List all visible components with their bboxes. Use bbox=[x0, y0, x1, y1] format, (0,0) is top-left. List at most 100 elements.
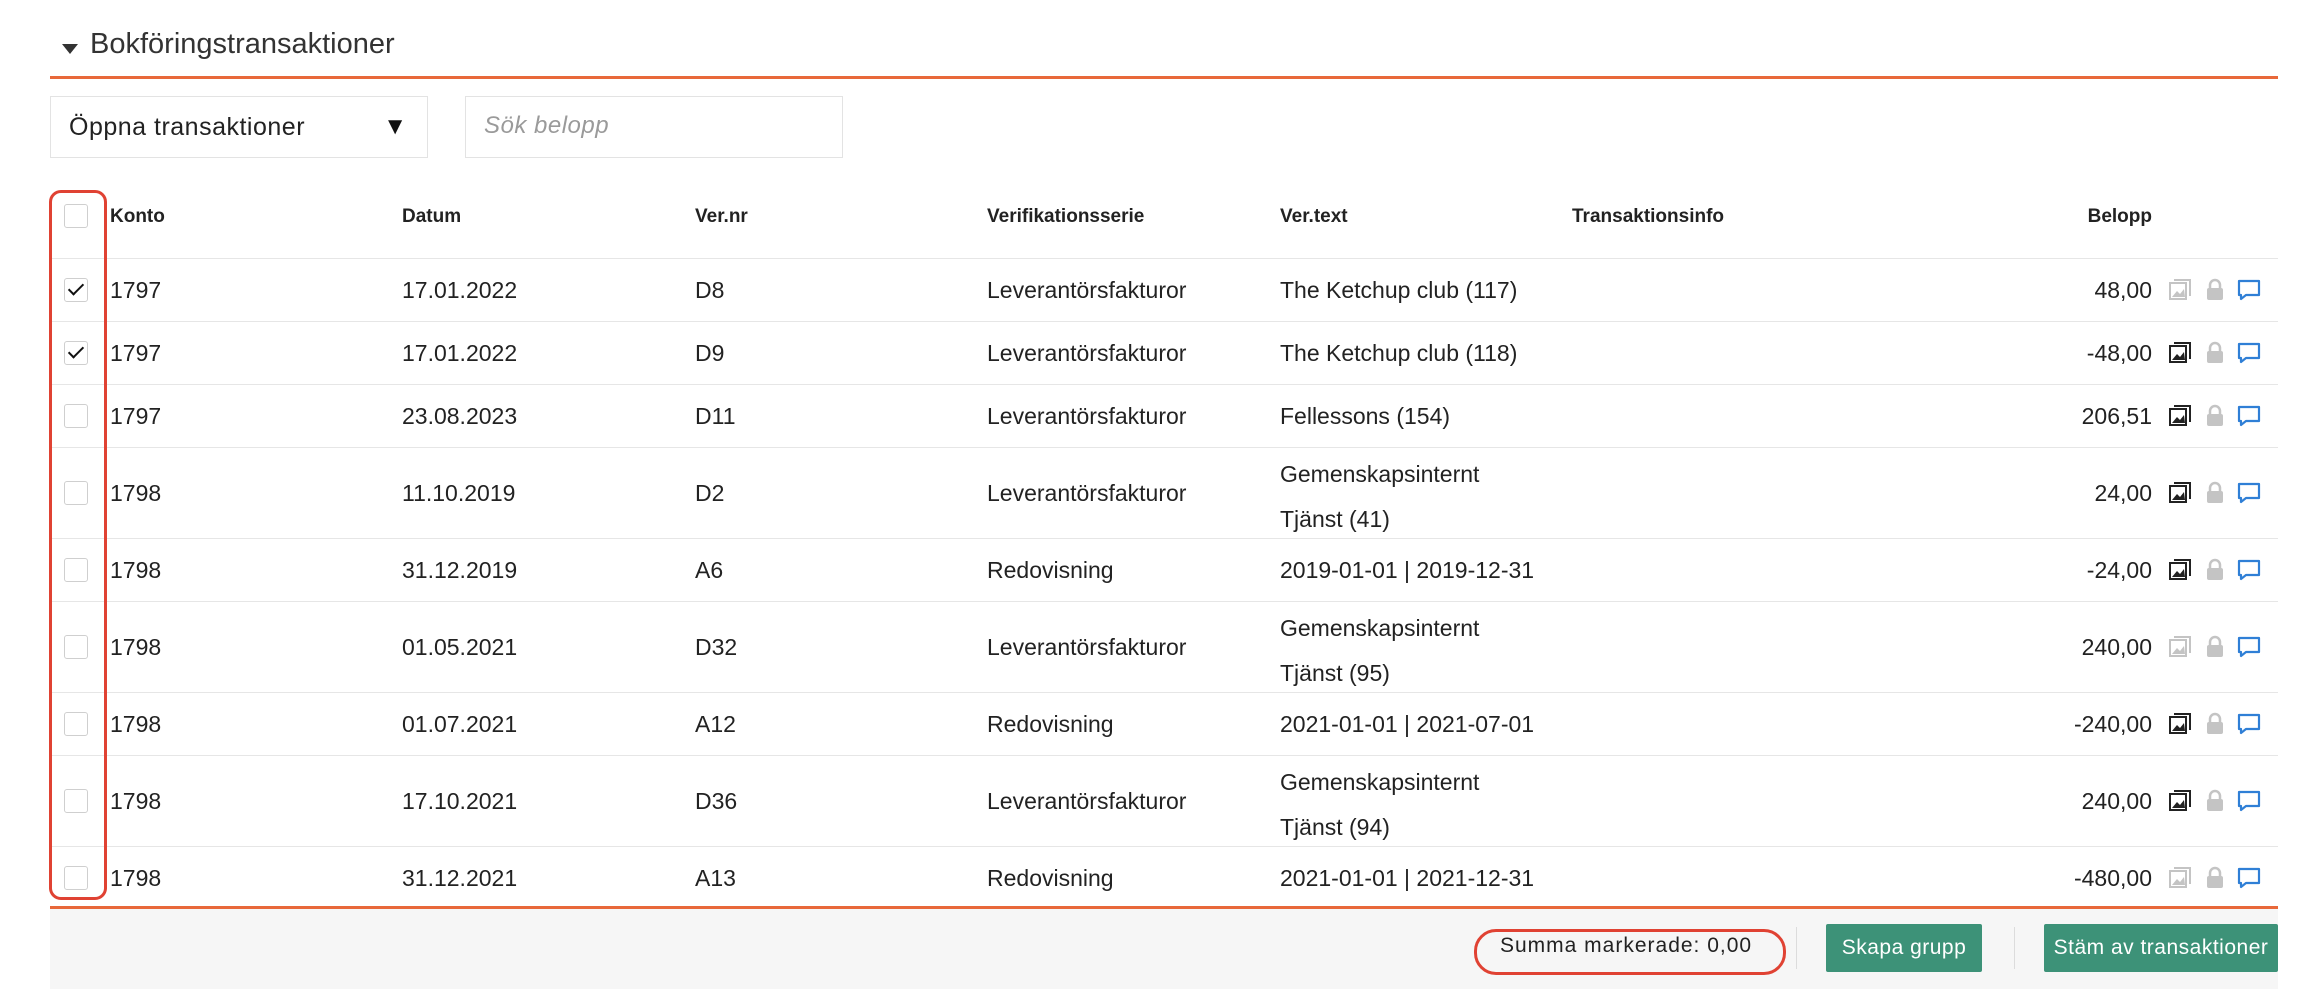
search-amount-box[interactable] bbox=[465, 96, 843, 158]
table-row[interactable]: 1798 31.12.2019 A6 Redovisning 2019-01-01 | … bbox=[50, 539, 2278, 602]
ver-nr-cell: D2 bbox=[695, 480, 725, 506]
column-header-serie[interactable]: Verifikationsserie bbox=[987, 206, 1144, 228]
verifikationsserie-cell: Leverantörsfakturor bbox=[987, 340, 1187, 366]
belopp-cell: -240,00 bbox=[2073, 711, 2152, 737]
comment-icon[interactable] bbox=[2236, 277, 2262, 303]
table-row[interactable]: 1798 01.07.2021 A12 Redovisning 2021-01-01 |… bbox=[50, 693, 2278, 756]
konto-cell: 1797 bbox=[110, 340, 162, 366]
ver-nr-cell: D32 bbox=[695, 634, 738, 660]
lock-icon[interactable] bbox=[2202, 634, 2228, 660]
row-action-icons bbox=[2168, 480, 2278, 506]
lock-icon[interactable] bbox=[2202, 340, 2228, 366]
section-title: Bokföringstransaktioner bbox=[90, 28, 395, 60]
ver-text-cell: Gemenskapsinternt Tjänst (95) bbox=[1280, 615, 1480, 686]
table-row[interactable]: 1797 23.08.2023 D11 Leverantörsfakturor Fell… bbox=[50, 385, 2278, 448]
ver-nr-cell: D9 bbox=[695, 340, 725, 366]
konto-cell: 1798 bbox=[110, 865, 162, 891]
search-amount-input[interactable] bbox=[466, 97, 824, 155]
comment-icon[interactable] bbox=[2236, 865, 2262, 891]
table-header: Konto Datum Ver.nr Verifikationsserie Ve… bbox=[50, 190, 2278, 259]
table-row[interactable]: 1798 01.05.2021 D32 Leverantörsfakturor Geme… bbox=[50, 602, 2278, 693]
row-action-icons bbox=[2168, 788, 2278, 814]
column-header-vernr[interactable]: Ver.nr bbox=[695, 206, 748, 228]
transaction-filter-select[interactable]: Öppna transaktioner ▼ bbox=[50, 96, 428, 158]
comment-icon[interactable] bbox=[2236, 634, 2262, 660]
transactions-table: Konto Datum Ver.nr Verifikationsserie Ve… bbox=[50, 190, 2278, 910]
ver-text-cell: 2021-01-01 | 2021-07-01 bbox=[1280, 711, 1535, 737]
belopp-cell: 240,00 bbox=[2081, 634, 2152, 660]
verifikationsserie-cell: Leverantörsfakturor bbox=[987, 480, 1187, 506]
collapse-caret-icon[interactable] bbox=[62, 44, 78, 54]
belopp-cell: -480,00 bbox=[2073, 865, 2152, 891]
comment-icon[interactable] bbox=[2236, 788, 2262, 814]
comment-icon[interactable] bbox=[2236, 480, 2262, 506]
ver-text-cell: 2021-01-01 | 2021-12-31 bbox=[1280, 865, 1535, 891]
comment-icon[interactable] bbox=[2236, 340, 2262, 366]
image-attachment-icon[interactable] bbox=[2168, 865, 2194, 891]
lock-icon[interactable] bbox=[2202, 865, 2228, 891]
ver-nr-cell: D11 bbox=[695, 403, 736, 429]
konto-cell: 1798 bbox=[110, 480, 162, 506]
verifikationsserie-cell: Leverantörsfakturor bbox=[987, 277, 1187, 303]
checkbox-column-highlight bbox=[49, 190, 107, 900]
table-row[interactable]: 1797 17.01.2022 D8 Leverantörsfakturor The K… bbox=[50, 259, 2278, 322]
image-attachment-icon[interactable] bbox=[2168, 557, 2194, 583]
image-attachment-icon[interactable] bbox=[2168, 711, 2194, 737]
belopp-cell: 24,00 bbox=[2094, 480, 2152, 506]
ver-text-cell: Gemenskapsinternt Tjänst (94) bbox=[1280, 769, 1480, 840]
lock-icon[interactable] bbox=[2202, 277, 2228, 303]
image-attachment-icon[interactable] bbox=[2168, 340, 2194, 366]
ver-nr-cell: A13 bbox=[695, 865, 736, 891]
row-action-icons bbox=[2168, 865, 2278, 891]
lock-icon[interactable] bbox=[2202, 480, 2228, 506]
belopp-cell: -48,00 bbox=[2086, 340, 2152, 366]
comment-icon[interactable] bbox=[2236, 711, 2262, 737]
lock-icon[interactable] bbox=[2202, 711, 2228, 737]
konto-cell: 1798 bbox=[110, 557, 162, 583]
comment-icon[interactable] bbox=[2236, 557, 2262, 583]
create-group-button[interactable]: Skapa grupp bbox=[1826, 924, 1982, 972]
verifikationsserie-cell: Redovisning bbox=[987, 557, 1114, 583]
belopp-cell: 206,51 bbox=[2081, 403, 2152, 429]
image-attachment-icon[interactable] bbox=[2168, 788, 2194, 814]
ver-text-cell: Fellessons (154) bbox=[1280, 403, 1451, 429]
column-header-belopp[interactable]: Belopp bbox=[2088, 206, 2152, 228]
filter-selected-value: Öppna transaktioner bbox=[69, 113, 306, 141]
datum-cell: 17.01.2022 bbox=[402, 277, 518, 303]
image-attachment-icon[interactable] bbox=[2168, 634, 2194, 660]
column-header-konto[interactable]: Konto bbox=[110, 206, 165, 228]
row-action-icons bbox=[2168, 403, 2278, 429]
table-row[interactable]: 1798 31.12.2021 A13 Redovisning 2021-01-01 |… bbox=[50, 847, 2278, 910]
reconcile-transactions-button[interactable]: Stäm av transaktioner bbox=[2044, 924, 2278, 972]
belopp-cell: -24,00 bbox=[2086, 557, 2152, 583]
konto-cell: 1797 bbox=[110, 403, 162, 429]
footer-divider bbox=[1796, 927, 1797, 969]
comment-icon[interactable] bbox=[2236, 403, 2262, 429]
column-header-datum[interactable]: Datum bbox=[402, 206, 461, 228]
ver-text-cell: 2019-01-01 | 2019-12-31 bbox=[1280, 557, 1535, 583]
ver-text-cell: The Ketchup club (117) bbox=[1280, 277, 1518, 303]
verifikationsserie-cell: Leverantörsfakturor bbox=[987, 634, 1187, 660]
column-header-vertext[interactable]: Ver.text bbox=[1280, 206, 1348, 228]
lock-icon[interactable] bbox=[2202, 557, 2228, 583]
ver-nr-cell: A6 bbox=[695, 557, 724, 583]
image-attachment-icon[interactable] bbox=[2168, 277, 2194, 303]
section-header[interactable]: Bokföringstransaktioner bbox=[50, 16, 2278, 79]
table-footer: Summa markerade: 0,00 Skapa grupp Stäm a… bbox=[50, 906, 2278, 989]
konto-cell: 1798 bbox=[110, 711, 162, 737]
ver-nr-cell: D8 bbox=[695, 277, 725, 303]
datum-cell: 31.12.2019 bbox=[402, 557, 518, 583]
image-attachment-icon[interactable] bbox=[2168, 480, 2194, 506]
table-row[interactable]: 1797 17.01.2022 D9 Leverantörsfakturor The K… bbox=[50, 322, 2278, 385]
konto-cell: 1797 bbox=[110, 277, 162, 303]
lock-icon[interactable] bbox=[2202, 788, 2228, 814]
table-row[interactable]: 1798 11.10.2019 D2 Leverantörsfakturor Gemen… bbox=[50, 448, 2278, 539]
column-header-transaktionsinfo[interactable]: Transaktionsinfo bbox=[1572, 206, 1724, 228]
image-attachment-icon[interactable] bbox=[2168, 403, 2194, 429]
lock-icon[interactable] bbox=[2202, 403, 2228, 429]
verifikationsserie-cell: Leverantörsfakturor bbox=[987, 788, 1187, 814]
ver-text-cell: Gemenskapsinternt Tjänst (41) bbox=[1280, 461, 1480, 532]
datum-cell: 31.12.2021 bbox=[402, 865, 518, 891]
row-action-icons bbox=[2168, 634, 2278, 660]
table-row[interactable]: 1798 17.10.2021 D36 Leverantörsfakturor Geme… bbox=[50, 756, 2278, 847]
